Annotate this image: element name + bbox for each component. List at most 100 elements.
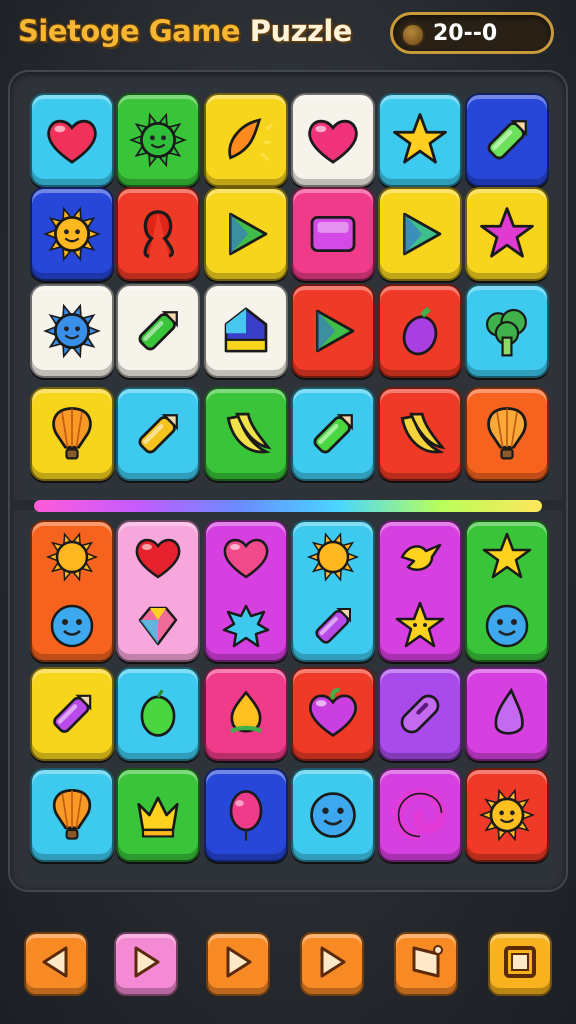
tile-double[interactable]: [30, 520, 114, 662]
sparkle-flame-icon: [215, 109, 277, 171]
left-arrow-icon: [36, 942, 76, 986]
balloon-icon: [216, 785, 276, 845]
tile-crown[interactable]: [116, 768, 200, 862]
crayon-icon: [127, 300, 189, 362]
house-icon: [215, 300, 277, 362]
tile-sun-face[interactable]: [30, 284, 114, 378]
flag-icon: [406, 942, 446, 986]
play-button-pink[interactable]: [114, 932, 178, 996]
forward-button[interactable]: [300, 932, 364, 996]
rainbow-progress-bar: [34, 500, 542, 512]
header: Sietoge Game Puzzle 20--0: [0, 0, 576, 70]
sun-face-icon: [127, 109, 189, 171]
smiley-face-icon: [44, 598, 100, 654]
tile-hot-air-balloon[interactable]: [30, 768, 114, 862]
tile-double[interactable]: [204, 520, 288, 662]
tile-heart[interactable]: [30, 93, 114, 187]
stop-button[interactable]: [488, 932, 552, 996]
sun-icon: [44, 529, 100, 585]
tile-sun-face[interactable]: [30, 187, 114, 281]
capsule-icon: [390, 684, 450, 744]
tile-gem-square[interactable]: [291, 187, 375, 281]
tile-hot-air-balloon[interactable]: [30, 387, 114, 481]
tile-broccoli[interactable]: [465, 284, 549, 378]
control-bar: [0, 920, 576, 1010]
tile-heart[interactable]: [291, 93, 375, 187]
drop-icon: [477, 684, 537, 744]
sun-face-icon: [41, 203, 103, 265]
tile-rainbow-crayon[interactable]: [465, 93, 549, 187]
title-word-2: Game: [148, 14, 241, 48]
hot-air-balloon-icon: [476, 403, 538, 465]
sun-face-icon: [477, 785, 537, 845]
lime-icon: [128, 684, 188, 744]
tile-balloon[interactable]: [204, 768, 288, 862]
heart-icon: [218, 529, 274, 585]
tile-crayon[interactable]: [30, 667, 114, 761]
smiley-face-icon: [303, 785, 363, 845]
crayon-icon: [305, 598, 361, 654]
tile-star[interactable]: [378, 93, 462, 187]
tile-banana[interactable]: [204, 387, 288, 481]
play-triangle-icon: [389, 203, 451, 265]
tile-hot-air-balloon[interactable]: [465, 387, 549, 481]
coin-icon: [401, 23, 425, 47]
star-icon: [389, 109, 451, 171]
score-value: 20--0: [433, 21, 498, 46]
crayon-icon: [42, 684, 102, 744]
score-display: 20--0: [390, 12, 554, 54]
tile-eggplant[interactable]: [378, 284, 462, 378]
tile-double[interactable]: [291, 520, 375, 662]
tile-drop[interactable]: [465, 667, 549, 761]
heart-icon: [302, 109, 364, 171]
tile-swirl[interactable]: [378, 768, 462, 862]
title-word-3: Puzzle: [249, 14, 353, 48]
hot-air-balloon-icon: [42, 785, 102, 845]
star-icon: [479, 529, 535, 585]
broccoli-icon: [476, 300, 538, 362]
splat-icon: [218, 598, 274, 654]
smiley-face-icon: [479, 598, 535, 654]
play-icon: [218, 942, 258, 986]
eggplant-icon: [389, 300, 451, 362]
tile-sun-face[interactable]: [116, 93, 200, 187]
tile-double[interactable]: [116, 520, 200, 662]
play-triangle-icon: [302, 300, 364, 362]
tile-double[interactable]: [378, 520, 462, 662]
tile-capsule[interactable]: [378, 667, 462, 761]
tile-banana[interactable]: [378, 387, 462, 481]
tile-knot[interactable]: [116, 187, 200, 281]
square-icon: [500, 942, 540, 986]
play-icon: [126, 942, 166, 986]
tile-crayon[interactable]: [116, 387, 200, 481]
tile-smiley-face[interactable]: [291, 768, 375, 862]
tile-play-triangle[interactable]: [204, 187, 288, 281]
tile-star[interactable]: [465, 187, 549, 281]
heart-fruit-icon: [303, 684, 363, 744]
tile-crayon[interactable]: [116, 284, 200, 378]
tile-double[interactable]: [465, 520, 549, 662]
tile-onion[interactable]: [204, 667, 288, 761]
banana-icon: [215, 403, 277, 465]
flag-button[interactable]: [394, 932, 458, 996]
tile-play-triangle[interactable]: [378, 187, 462, 281]
rainbow-crayon-icon: [476, 109, 538, 171]
tile-house[interactable]: [204, 284, 288, 378]
play-button-orange[interactable]: [206, 932, 270, 996]
star-face-icon: [392, 598, 448, 654]
tile-sun-face[interactable]: [465, 768, 549, 862]
tile-heart-fruit[interactable]: [291, 667, 375, 761]
hot-air-balloon-icon: [41, 403, 103, 465]
tile-sparkle-flame[interactable]: [204, 93, 288, 187]
banana-icon: [389, 403, 451, 465]
swirl-icon: [390, 785, 450, 845]
tile-crayon[interactable]: [291, 387, 375, 481]
crayon-icon: [127, 403, 189, 465]
gem-square-icon: [302, 203, 364, 265]
left-arrow-button[interactable]: [24, 932, 88, 996]
play-icon: [312, 942, 352, 986]
tile-lime[interactable]: [116, 667, 200, 761]
knot-icon: [127, 203, 189, 265]
tile-play-triangle[interactable]: [291, 284, 375, 378]
title-word-1: Sietoge: [18, 14, 140, 48]
